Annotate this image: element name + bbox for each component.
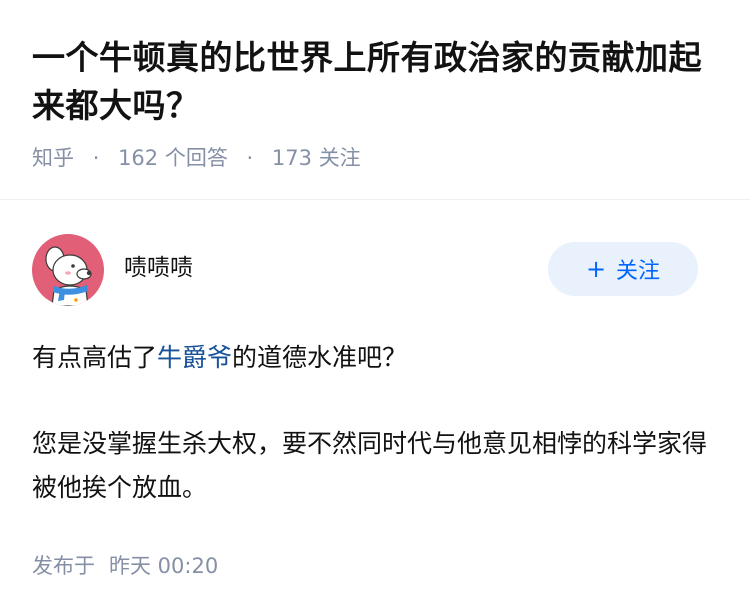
publish-info: 发布于 昨天 00:20: [32, 552, 218, 580]
answer-count-value: 162: [118, 146, 159, 170]
answer-text: 有点高估了: [32, 343, 158, 372]
cartoon-dog-avatar-icon: [32, 234, 104, 306]
plus-icon: +: [585, 255, 607, 283]
meta-separator: ·: [92, 146, 100, 170]
answer-count-label: 个回答: [164, 146, 228, 170]
question-meta: 知乎 · 162 个回答 · 173 关注: [32, 144, 722, 172]
answer-paragraph: 您是没掌握生杀大权，要不然同时代与他意见相悖的科学家得被他挨个放血。: [32, 429, 708, 502]
follow-button[interactable]: + 关注: [548, 242, 698, 296]
publish-label: 发布于: [32, 554, 95, 578]
avatar[interactable]: [32, 234, 104, 306]
answer-content: 有点高估了牛爵爷的道德水准吧？ 您是没掌握生杀大权，要不然同时代与他意见相悖的科…: [32, 336, 718, 510]
author-name[interactable]: 啧啧啧: [124, 252, 193, 284]
follower-count-value: 173: [271, 146, 312, 170]
answer-text: 的道德水准吧？: [232, 343, 408, 372]
section-divider: [0, 199, 750, 200]
mention-link[interactable]: 牛爵爷: [157, 343, 232, 372]
follow-button-label: 关注: [616, 259, 661, 284]
source-label[interactable]: 知乎: [32, 146, 74, 170]
question-title[interactable]: 一个牛顿真的比世界上所有政治家的贡献加起来都大吗？: [32, 34, 722, 130]
follower-count-label: 关注: [318, 146, 361, 170]
meta-separator: ·: [246, 146, 254, 170]
author-row: 啧啧啧 + 关注: [32, 234, 718, 306]
question-header: 一个牛顿真的比世界上所有政治家的贡献加起来都大吗？ 知乎 · 162 个回答 ·…: [32, 34, 722, 172]
publish-time: 昨天 00:20: [109, 554, 219, 578]
follower-count[interactable]: 173 关注: [272, 146, 361, 170]
answer-paragraph: 有点高估了牛爵爷的道德水准吧？: [32, 336, 718, 380]
answer-count[interactable]: 162 个回答: [118, 146, 228, 170]
